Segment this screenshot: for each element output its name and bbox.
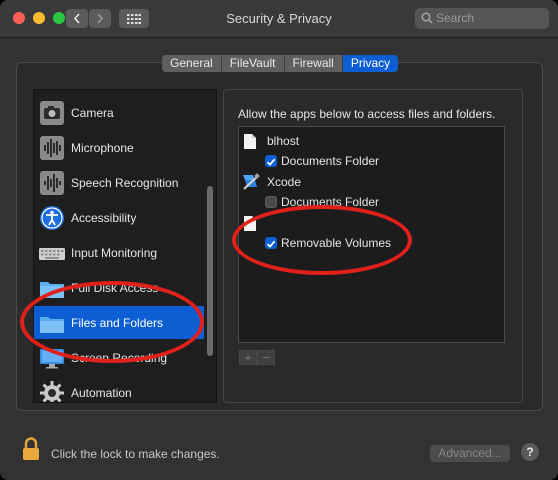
search-input[interactable] [436, 10, 541, 26]
keyboard-icon [39, 248, 65, 260]
tab-firewall[interactable]: Firewall [285, 55, 343, 72]
search-icon [421, 12, 433, 24]
annotation-circle-sidebar [20, 281, 204, 363]
sidebar-item-label: Input Monitoring [71, 245, 158, 260]
sidebar-item-label: Camera [71, 105, 114, 120]
lock-icon [23, 437, 39, 460]
sidebar-item-label: Automation [71, 385, 132, 400]
tab-filevault[interactable]: FileVault [222, 55, 285, 72]
sidebar-scrollbar[interactable] [207, 90, 213, 402]
permission-label: Documents Folder [281, 154, 380, 168]
microphone-icon [40, 136, 64, 160]
sidebar-item-label: Speech Recognition [71, 175, 179, 190]
sidebar-item-microphone[interactable]: Microphone [34, 131, 204, 164]
sidebar-item-automation[interactable]: Automation [34, 376, 204, 402]
tab-bar: General FileVault Firewall Privacy [162, 55, 399, 72]
permissions-description: Allow the apps below to access files and… [238, 107, 496, 121]
sidebar-item-input-monitoring[interactable]: Input Monitoring [34, 236, 204, 269]
sidebar-item-accessibility[interactable]: Accessibility [34, 201, 204, 234]
gear-icon [40, 381, 64, 402]
security-privacy-window: Security & Privacy General FileVault Fir… [0, 0, 558, 480]
lock-button[interactable] [22, 437, 40, 466]
xcode-icon [243, 173, 260, 190]
checkmark-icon [266, 158, 276, 166]
sidebar-item-label: Accessibility [71, 210, 137, 225]
sidebar-item-speech-recognition[interactable]: Speech Recognition [34, 166, 204, 199]
annotation-circle-removable-volumes [232, 205, 412, 275]
sidebar-item-camera[interactable]: Camera [34, 96, 204, 129]
app-name: Xcode [267, 175, 302, 189]
scrollbar-thumb[interactable] [207, 186, 213, 356]
app-row-blhost[interactable]: blhost [243, 131, 299, 151]
speech-recognition-icon [40, 171, 64, 195]
tab-privacy[interactable]: Privacy [342, 55, 399, 72]
lock-message: Click the lock to make changes. [51, 447, 220, 461]
permission-checkbox[interactable] [265, 155, 277, 167]
permission-row[interactable]: Documents Folder [265, 151, 379, 171]
add-remove-controls: + − [239, 350, 277, 365]
camera-icon [40, 101, 64, 125]
add-app-button[interactable]: + [239, 350, 257, 365]
help-button[interactable]: ? [521, 443, 539, 461]
advanced-button[interactable]: Advanced... [430, 445, 510, 462]
title-bar: Security & Privacy [0, 0, 558, 38]
tab-general[interactable]: General [162, 55, 222, 72]
sidebar-item-label: Microphone [71, 140, 134, 155]
permission-checkbox[interactable] [265, 196, 277, 208]
accessibility-icon [40, 206, 64, 230]
app-name: blhost [267, 134, 300, 148]
app-row-xcode[interactable]: Xcode [241, 172, 301, 192]
search-field[interactable] [415, 8, 549, 29]
remove-app-button[interactable]: − [257, 350, 275, 365]
document-icon [244, 133, 256, 149]
